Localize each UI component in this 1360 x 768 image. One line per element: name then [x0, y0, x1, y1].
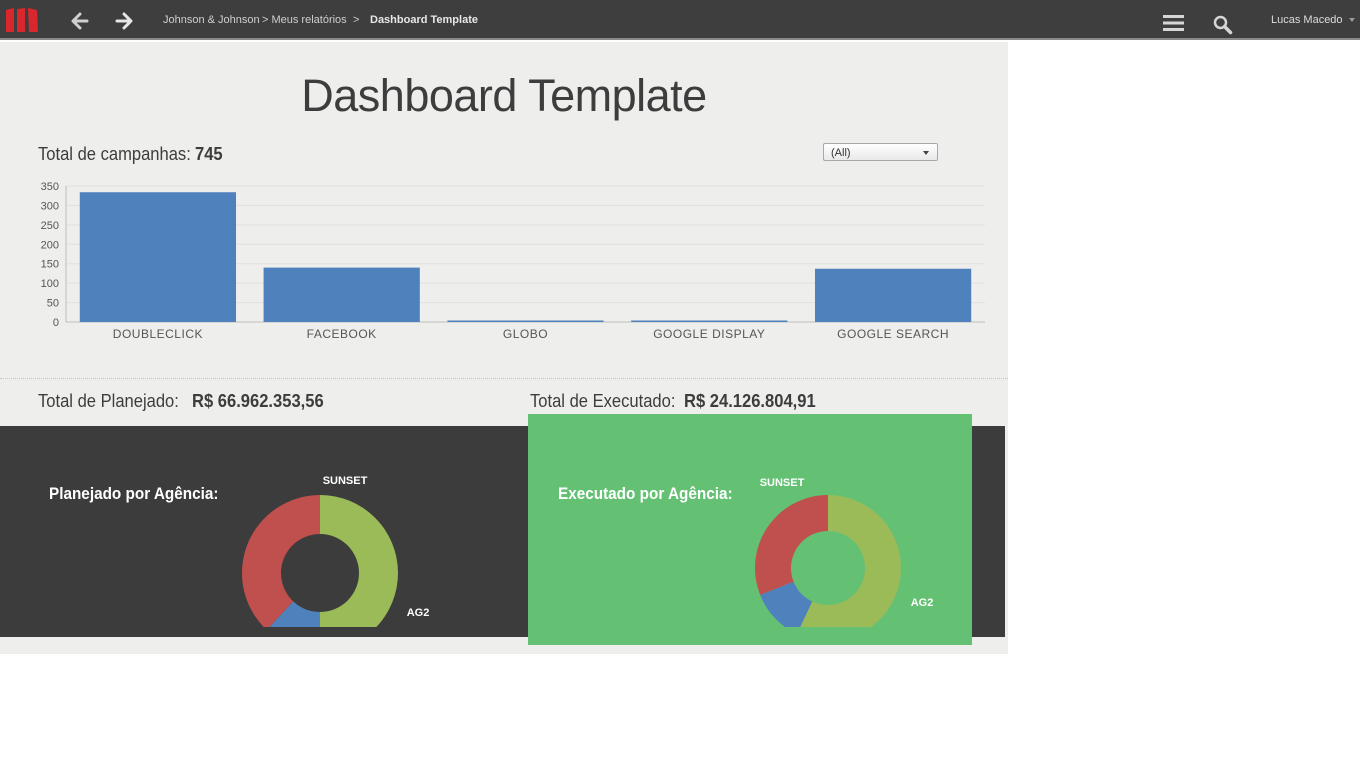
arrow-right-icon[interactable]: [113, 10, 135, 32]
breadcrumb-separator: >: [353, 14, 360, 26]
filter-selected-value: (All): [831, 147, 851, 159]
total-executed-label: Total de Executado:: [530, 391, 676, 411]
page-title: Dashboard Template: [301, 70, 707, 121]
executed-agency-donut-chart: SUNSETAG2DM9: [755, 477, 934, 627]
donut-slice[interactable]: [755, 495, 828, 595]
y-tick-label: 250: [41, 220, 59, 232]
x-tick-label: GOOGLE DISPLAY: [653, 327, 765, 341]
user-name: Lucas Macedo: [1271, 14, 1343, 26]
y-tick-label: 300: [41, 200, 59, 212]
x-tick-label: GLOBO: [503, 327, 548, 341]
x-tick-label: DOUBLECLICK: [113, 327, 203, 341]
slice-label: AG2: [407, 607, 430, 619]
breadcrumb-client[interactable]: Johnson & Johnson: [163, 14, 260, 26]
x-tick-label: GOOGLE SEARCH: [837, 327, 949, 341]
channel-filter-dropdown[interactable]: (All): [823, 143, 938, 161]
planned-agency-donut-chart: SUNSETAG2DM9: [242, 475, 430, 627]
y-tick-label: 100: [41, 278, 59, 290]
donut-slice[interactable]: [320, 495, 398, 627]
bar[interactable]: [814, 268, 972, 322]
campaigns-bar-chart: 0 50 100 150 200 250 300 350 DOUBLECLICK FACEBOOK…: [41, 181, 985, 341]
total-executed-value: R$ 24.126.804,91: [684, 391, 816, 411]
bar[interactable]: [79, 192, 237, 322]
chevron-down-icon: [1348, 18, 1355, 23]
total-planned-label: Total de Planejado:: [38, 391, 179, 411]
planned-agency-title: Planejado por Agência:: [49, 484, 219, 503]
m-logo-icon[interactable]: [5, 7, 39, 33]
top-navigation-bar: Johnson & Johnson > Meus relatórios > Da…: [0, 0, 1360, 40]
breadcrumb-current: Dashboard Template: [370, 14, 478, 26]
y-tick-label: 150: [41, 259, 59, 271]
user-menu[interactable]: Lucas Macedo: [1271, 14, 1355, 26]
bar[interactable]: [263, 267, 420, 322]
bar[interactable]: [447, 320, 604, 323]
total-planned-value: R$ 66.962.353,56: [192, 391, 324, 411]
y-tick-label: 50: [47, 298, 59, 310]
x-tick-label: FACEBOOK: [307, 327, 377, 341]
search-icon[interactable]: [1213, 15, 1233, 35]
executed-agency-title: Executado por Agência:: [558, 484, 733, 503]
section-divider: [0, 378, 1008, 379]
y-tick-label: 0: [53, 317, 59, 329]
total-campaigns-value: 745: [195, 144, 223, 164]
hamburger-menu-icon[interactable]: [1163, 14, 1184, 32]
donut-slice[interactable]: [242, 495, 320, 627]
slice-label: SUNSET: [323, 475, 368, 487]
total-campaigns-label: Total de campanhas:: [38, 144, 191, 164]
bar[interactable]: [631, 320, 788, 323]
slice-label: SUNSET: [760, 477, 805, 489]
chevron-down-icon: [923, 151, 929, 155]
breadcrumb-reports[interactable]: > Meus relatórios: [262, 14, 347, 26]
slice-label: AG2: [911, 597, 934, 609]
arrow-left-icon[interactable]: [69, 10, 91, 32]
y-tick-label: 350: [41, 181, 59, 193]
y-tick-label: 200: [41, 239, 59, 251]
dashboard-canvas: Dashboard Template Total de campanhas: 7…: [0, 42, 1008, 654]
